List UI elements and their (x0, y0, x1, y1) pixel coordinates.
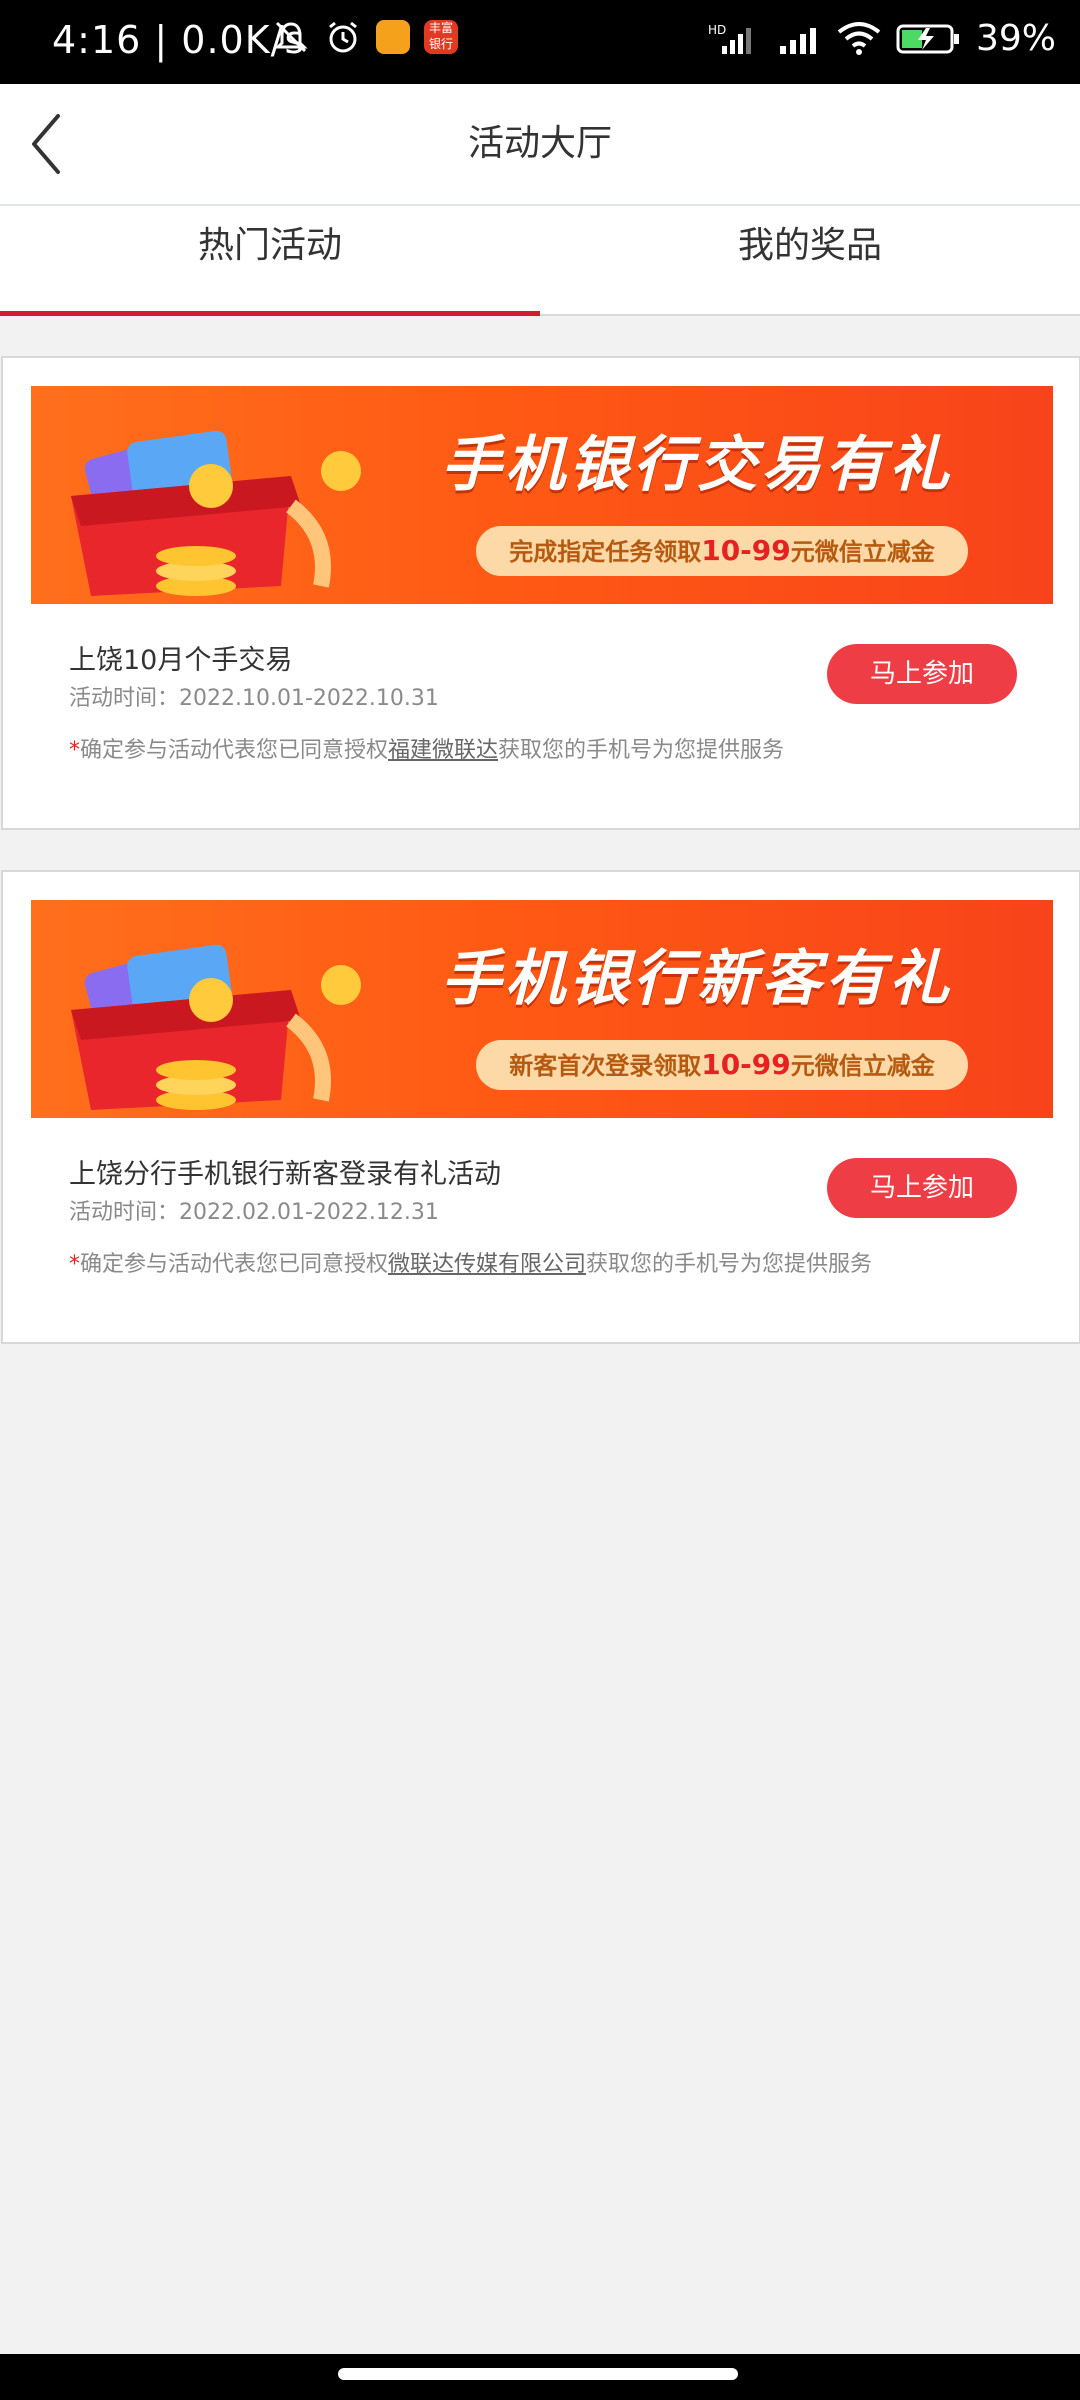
authorization-link[interactable]: 福建微联达 (388, 738, 498, 763)
activity-notice: *确定参与活动代表您已同意授权微联达传媒有限公司获取您的手机号为您提供服务 (69, 1246, 872, 1278)
home-indicator[interactable] (338, 2368, 738, 2380)
notice-prefix: 确定参与活动代表您已同意授权 (80, 1252, 389, 1277)
gift-box-illustration (71, 944, 361, 1110)
banner-title: 手机银行新客有礼 (441, 944, 953, 1014)
banner-subtitle: 新客首次登录领取10-99元微信立减金 (476, 1040, 968, 1090)
banner-sub-highlight: 10-99 (701, 1048, 791, 1081)
activity-title: 上饶10月个手交易 (69, 645, 293, 676)
activity-time: 活动时间：2022.02.01-2022.12.31 (69, 1200, 439, 1225)
notice-prefix: 确定参与活动代表您已同意授权 (80, 738, 389, 763)
activity-banner[interactable]: 手机银行交易有礼 完成指定任务领取10-99元微信立减金 (31, 386, 1053, 604)
notice-suffix: 获取您的手机号为您提供服务 (586, 1252, 873, 1277)
wifi-icon (837, 21, 881, 55)
banner-sub-suffix: 元微信立减金 (790, 538, 935, 566)
system-nav-bar (0, 2354, 1080, 2400)
join-now-button[interactable]: 马上参加 (827, 644, 1017, 704)
notice-suffix: 获取您的手机号为您提供服务 (498, 738, 785, 763)
app-header: 活动大厅 (0, 84, 1080, 206)
mute-bell-icon (274, 21, 308, 53)
battery-icon (896, 24, 959, 53)
activity-banner[interactable]: 手机银行新客有礼 新客首次登录领取10-99元微信立减金 (31, 900, 1053, 1118)
required-star-icon: * (69, 1252, 80, 1277)
bank-app-icon: 丰富银行 (424, 20, 458, 54)
status-bar: 4:16 | 0.0K/s 丰富银行 HD 39% (0, 0, 1080, 84)
activity-time: 活动时间：2022.10.01-2022.10.31 (69, 686, 439, 711)
notification-app-icon (376, 20, 410, 54)
activity-card: 手机银行新客有礼 新客首次登录领取10-99元微信立减金 上饶分行手机银行新客登… (1, 870, 1080, 1344)
signal-icon (779, 27, 816, 54)
tab-bar: 热门活动 我的奖品 (0, 206, 1080, 316)
hd-signal-icon: HD (708, 23, 751, 54)
tab-hot-activities[interactable]: 热门活动 (0, 206, 540, 316)
alarm-icon (329, 21, 357, 53)
banner-sub-prefix: 完成指定任务领取 (509, 538, 702, 566)
page-title: 活动大厅 (467, 123, 612, 164)
status-time: 4:16 | 0.0K/s (52, 18, 306, 62)
activity-card: 手机银行交易有礼 完成指定任务领取10-99元微信立减金 上饶10月个手交易 活… (1, 356, 1080, 830)
banner-title: 手机银行交易有礼 (441, 430, 953, 500)
activity-notice: *确定参与活动代表您已同意授权福建微联达获取您的手机号为您提供服务 (69, 732, 784, 764)
join-now-button[interactable]: 马上参加 (827, 1158, 1017, 1218)
svg-text:HD: HD (708, 23, 726, 37)
gift-box-illustration (71, 430, 361, 596)
banner-sub-suffix: 元微信立减金 (790, 1052, 935, 1080)
banner-sub-prefix: 新客首次登录领取 (509, 1052, 702, 1080)
banner-subtitle: 完成指定任务领取10-99元微信立减金 (476, 526, 968, 576)
authorization-link[interactable]: 微联达传媒有限公司 (388, 1252, 586, 1277)
status-icons-left: 丰富银行 (272, 18, 458, 56)
activity-title: 上饶分行手机银行新客登录有礼活动 (69, 1159, 501, 1190)
tab-my-prizes[interactable]: 我的奖品 (540, 206, 1080, 314)
status-icons-right: HD 39% (708, 18, 1056, 59)
banner-sub-highlight: 10-99 (701, 534, 791, 567)
required-star-icon: * (69, 738, 80, 763)
battery-level: 39% (975, 18, 1056, 59)
